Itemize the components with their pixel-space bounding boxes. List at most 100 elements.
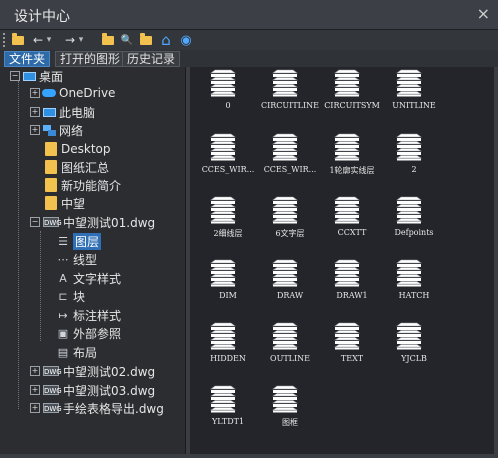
- tree-label: OneDrive: [59, 86, 116, 100]
- favorites-folder-icon[interactable]: [138, 32, 154, 48]
- tree-label: 中望测试03.dwg: [63, 383, 156, 398]
- dwg-file-icon: DWG: [43, 217, 62, 227]
- tree-node-dwg3[interactable]: + DWG 中望测试03.dwg: [30, 381, 156, 399]
- folder-tree: − 桌面 + OneDrive + 此电脑 + 网络 Desktop 图纸汇总 …: [4, 67, 186, 454]
- layer-stack-icon: [334, 322, 360, 350]
- search-icon[interactable]: 🔍: [119, 32, 135, 48]
- layer-stack-icon: [272, 69, 298, 97]
- tree-label: 外部参照: [73, 326, 122, 341]
- layer-item[interactable]: HATCH: [378, 257, 450, 319]
- layer-stack-icon: [210, 322, 236, 350]
- dwg-file-icon: DWG: [43, 366, 62, 376]
- dimension-style-icon: ↦: [58, 308, 68, 322]
- collapse-icon[interactable]: −: [10, 71, 20, 81]
- tree-label: 网络: [59, 123, 84, 138]
- layer-stack-icon: [272, 196, 298, 224]
- tree-node-desktop-folder[interactable]: Desktop: [44, 140, 111, 158]
- layer-name: HATCH: [398, 291, 430, 300]
- tab-history[interactable]: 历史记录: [122, 51, 181, 67]
- tree-node-xrefs[interactable]: ▣ 外部参照: [56, 324, 121, 342]
- tree-label: 线型: [73, 252, 98, 267]
- back-dropdown-icon[interactable]: ▾: [44, 32, 54, 48]
- dwg-file-icon: DWG: [43, 403, 62, 413]
- toolbar-grip[interactable]: [3, 33, 7, 47]
- window-title: 设计中心: [14, 9, 70, 25]
- layer-stack-icon: [396, 133, 422, 161]
- title-bar: 设计中心 ×: [0, 0, 498, 30]
- text-style-icon: A: [59, 271, 67, 285]
- tree-node-dwg1[interactable]: − DWG 中望测试01.dwg: [30, 213, 155, 231]
- layer-item[interactable]: 图框: [254, 383, 326, 445]
- expand-icon[interactable]: +: [30, 88, 40, 98]
- folder-icon: [44, 142, 58, 156]
- layer-stack-icon: [396, 322, 422, 350]
- dwg-file-icon: DWG: [43, 385, 62, 395]
- layer-item[interactable]: 2: [378, 131, 450, 193]
- right-border: [494, 67, 498, 458]
- layer-stack-icon: [334, 69, 360, 97]
- layers-icon: ☰: [58, 234, 68, 248]
- tree-node-drawing-summary[interactable]: 图纸汇总: [44, 158, 109, 176]
- preview-eye-icon[interactable]: ◉: [178, 32, 194, 48]
- xref-icon: ▣: [57, 326, 69, 340]
- cloud-icon: [42, 86, 56, 100]
- tree-node-layers[interactable]: ☰ 图层: [56, 232, 102, 250]
- layer-name: 图框: [282, 418, 298, 427]
- layer-stack-icon: [272, 259, 298, 287]
- layer-stack-icon: [272, 385, 298, 413]
- layer-stack-icon: [210, 69, 236, 97]
- tree-node-text-styles[interactable]: A 文字样式: [56, 269, 121, 287]
- tab-folders[interactable]: 文件夹: [4, 51, 51, 67]
- layer-item[interactable]: UNITLINE: [378, 67, 450, 129]
- tree-node-zwsoft[interactable]: 中望: [44, 194, 85, 212]
- tree-label: 新功能简介: [61, 178, 122, 193]
- up-folder-icon[interactable]: [100, 32, 116, 48]
- tree-node-onedrive[interactable]: + OneDrive: [30, 84, 116, 102]
- expand-icon[interactable]: +: [30, 366, 40, 376]
- tree-node-linetypes[interactable]: ⋯ 线型: [56, 250, 98, 268]
- layer-stack-icon: [396, 259, 422, 287]
- layer-stack-icon: [210, 259, 236, 287]
- layer-stack-icon: [272, 133, 298, 161]
- tree-node-network[interactable]: + 网络: [30, 121, 84, 139]
- layer-stack-icon: [334, 133, 360, 161]
- layer-stack-icon: [210, 385, 236, 413]
- layer-stack-icon: [334, 259, 360, 287]
- folder-icon: [44, 196, 58, 210]
- layer-stack-icon: [396, 69, 422, 97]
- layer-name: Defpoints: [394, 228, 434, 237]
- tree-node-dwg4[interactable]: + DWG 手绘表格导出.dwg: [30, 399, 164, 417]
- tab-open-drawings[interactable]: 打开的图形: [55, 51, 126, 67]
- collapse-icon[interactable]: −: [30, 217, 40, 227]
- tree-line: [40, 231, 41, 341]
- layer-item[interactable]: Defpoints: [378, 194, 450, 256]
- tree-node-new-features[interactable]: 新功能简介: [44, 176, 121, 194]
- tree-node-dwg2[interactable]: + DWG 中望测试02.dwg: [30, 362, 156, 380]
- network-icon: [42, 123, 56, 137]
- close-icon[interactable]: ×: [477, 4, 490, 23]
- expand-icon[interactable]: +: [30, 107, 40, 117]
- layer-name: YJCLB: [401, 354, 427, 363]
- expand-icon[interactable]: +: [30, 125, 40, 135]
- block-icon: ⊏: [58, 289, 68, 303]
- folder-icon: [44, 178, 58, 192]
- layer-item[interactable]: YJCLB: [378, 320, 450, 382]
- home-icon[interactable]: ⌂: [158, 31, 174, 49]
- tree-node-this-pc[interactable]: + 此电脑: [30, 103, 95, 121]
- linetype-icon: ⋯: [57, 252, 69, 266]
- layer-stack-icon: [210, 133, 236, 161]
- tree-node-dim-styles[interactable]: ↦ 标注样式: [56, 306, 121, 324]
- layer-stack-icon: [334, 196, 360, 224]
- forward-dropdown-icon[interactable]: ▾: [76, 32, 86, 48]
- tree-node-desktop[interactable]: − 桌面: [10, 67, 64, 85]
- tree-node-blocks[interactable]: ⊏ 块: [56, 287, 85, 305]
- desktop-icon: [22, 69, 36, 83]
- toolbar: ← ▾ → ▾ 🔍 ⌂ ◉: [0, 30, 498, 50]
- tree-label: 中望测试02.dwg: [63, 364, 156, 379]
- layout-icon: ▤: [57, 345, 69, 359]
- tree-label: 桌面: [39, 69, 64, 84]
- load-folder-icon[interactable]: [10, 32, 26, 48]
- expand-icon[interactable]: +: [30, 385, 40, 395]
- tree-node-layouts[interactable]: ▤ 布局: [56, 343, 97, 361]
- expand-icon[interactable]: +: [30, 403, 40, 413]
